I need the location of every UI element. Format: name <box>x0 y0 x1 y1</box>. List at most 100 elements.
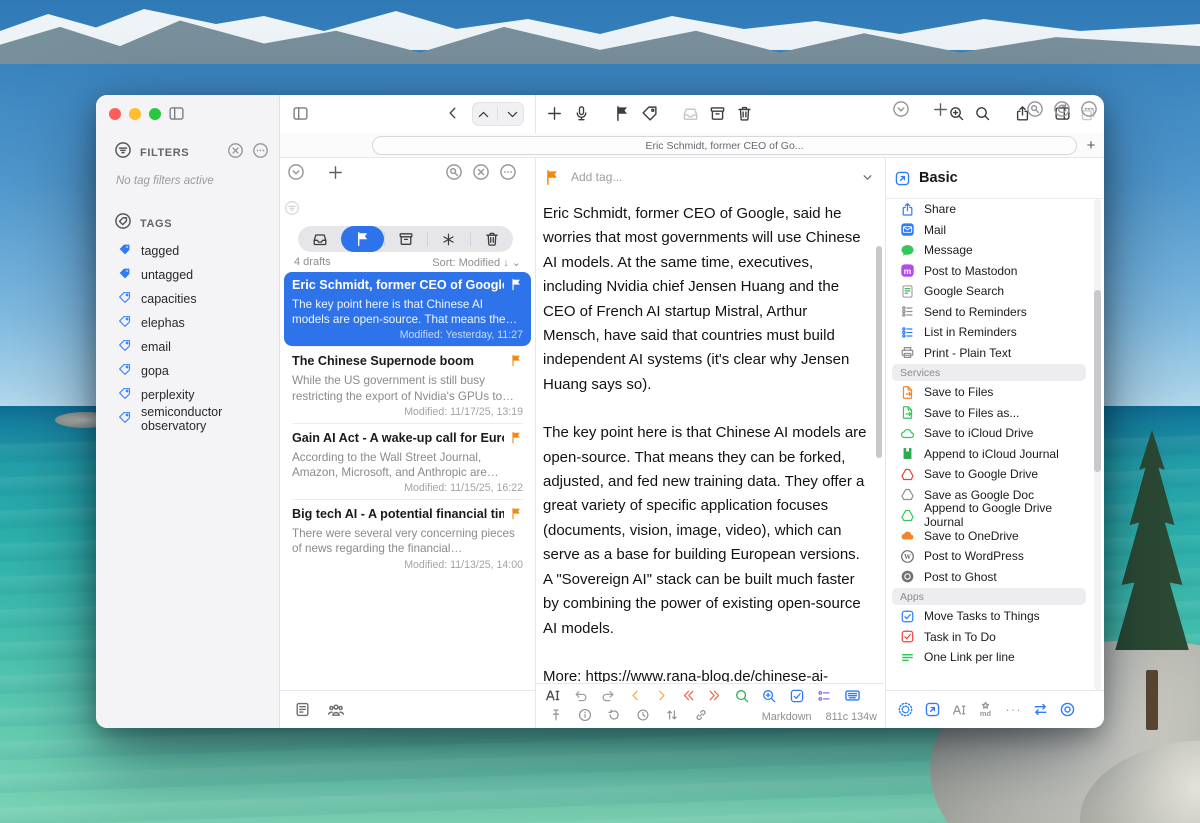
clear-filters-button[interactable] <box>227 142 244 164</box>
action-group-swap-button[interactable] <box>1032 701 1049 718</box>
trash-button[interactable] <box>736 105 753 122</box>
action-google-search[interactable]: Google Search <box>886 281 1092 302</box>
list-new-button[interactable] <box>327 164 344 181</box>
actions-scrollbar[interactable] <box>1094 290 1101 472</box>
close-window-button[interactable] <box>109 108 121 120</box>
flag-button[interactable] <box>614 105 631 122</box>
maximize-window-button[interactable] <box>149 108 161 120</box>
prev-draft-button[interactable] <box>476 107 491 122</box>
editor-scrollbar[interactable] <box>876 246 882 458</box>
next-draft-button[interactable] <box>505 107 520 122</box>
action-append-to-google-drive-journal[interactable]: Append to Google Drive Journal <box>886 501 1092 529</box>
action-post-to-wordpress[interactable]: W Post to WordPress <box>886 546 1092 567</box>
action-post-to-ghost[interactable]: Post to Ghost <box>886 567 1092 588</box>
text-format-button[interactable] <box>544 687 561 704</box>
draft-list-item[interactable]: The Chinese Supernode boom While the US g… <box>284 346 531 422</box>
filter-archive-tab[interactable] <box>384 226 427 252</box>
filter-trash-tab[interactable] <box>470 226 513 252</box>
text-zoom-button[interactable] <box>948 105 965 122</box>
inbox-button[interactable] <box>682 105 699 122</box>
keyboard-button[interactable] <box>844 687 861 704</box>
list-collapse-button[interactable] <box>287 163 305 181</box>
draft-list-item[interactable]: Big tech AI - A potential financial tim.… <box>284 499 531 575</box>
pin-button[interactable] <box>549 708 563 722</box>
find-button[interactable] <box>734 688 750 704</box>
actions-new-button[interactable] <box>932 101 949 118</box>
action-group-header[interactable]: Basic <box>886 158 1104 199</box>
action-group-circle-button[interactable] <box>1059 701 1076 718</box>
action-save-to-files-as-[interactable]: Save to Files as... <box>886 403 1092 424</box>
action-save-to-files[interactable]: Save to Files <box>886 382 1092 403</box>
action-group-dots-button[interactable] <box>897 701 914 718</box>
draft-body-editor[interactable]: Eric Schmidt, former CEO of Google, said… <box>543 202 867 682</box>
sidebar-tag-perplexity[interactable]: perplexity <box>96 383 279 407</box>
filters-more-button[interactable] <box>252 142 269 164</box>
sidebar-tag-gopa[interactable]: gopa <box>96 359 279 383</box>
action-list-in-reminders[interactable]: List in Reminders <box>886 322 1092 343</box>
action-send-to-reminders[interactable]: Send to Reminders <box>886 302 1092 323</box>
action-task-in-to-do[interactable]: Task in To Do <box>886 627 1092 648</box>
tasks-button[interactable] <box>789 688 805 704</box>
draft-list-item[interactable]: Gain AI Act - A wake-up call for Euro...… <box>284 422 531 499</box>
indent-right-button[interactable] <box>654 688 669 703</box>
sidebar-tag-untagged[interactable]: untagged <box>96 263 279 287</box>
new-tab-button[interactable]: + <box>1081 135 1101 155</box>
action-message[interactable]: Message <box>886 240 1092 261</box>
info-button[interactable] <box>578 708 592 722</box>
actions-more-button[interactable] <box>1080 100 1098 118</box>
sidebar-tag-elephas[interactable]: elephas <box>96 311 279 335</box>
sidebar-tag-semiconductor-observatory[interactable]: semiconductor observatory <box>96 405 279 433</box>
redo-button[interactable] <box>600 688 616 704</box>
sort-control[interactable]: Sort: Modified ↓ ⌄ <box>432 256 521 269</box>
draft-list-item[interactable]: Eric Schmidt, former CEO of Google,... Th… <box>284 272 531 347</box>
tag-row-chevron-icon[interactable] <box>860 170 875 185</box>
add-tag-input[interactable]: Add tag... <box>571 170 850 184</box>
actions-search-button[interactable] <box>1026 100 1044 118</box>
find-replace-button[interactable] <box>761 688 777 704</box>
shared-drafts-button[interactable] <box>327 701 345 719</box>
workspace-button[interactable] <box>294 701 311 719</box>
action-move-tasks-to-things[interactable]: Move Tasks to Things <box>886 606 1092 627</box>
sidebar-tag-email[interactable]: email <box>96 335 279 359</box>
action-group-text-button[interactable] <box>951 702 967 718</box>
action-one-link-per-line[interactable]: One Link per line <box>886 647 1092 668</box>
action-print-plain-text[interactable]: Print - Plain Text <box>886 343 1092 364</box>
minimize-window-button[interactable] <box>129 108 141 120</box>
action-save-to-google-drive[interactable]: Save to Google Drive <box>886 464 1092 485</box>
sidebar-tag-tagged[interactable]: tagged <box>96 239 279 263</box>
action-group-markdown-button[interactable]: md <box>977 701 994 718</box>
syntax-selector[interactable]: Markdown <box>762 711 812 723</box>
version-history-button[interactable] <box>607 708 621 722</box>
action-save-to-icloud-drive[interactable]: Save to iCloud Drive <box>886 423 1092 444</box>
list-panel-toggle-button[interactable] <box>292 105 309 122</box>
action-group-scripting-button[interactable]: {···} <box>1004 701 1022 719</box>
move-lines-button[interactable] <box>665 708 679 722</box>
action-mail[interactable]: Mail <box>886 220 1092 241</box>
list-more-button[interactable] <box>499 163 517 181</box>
jump-start-button[interactable] <box>681 688 696 703</box>
timestamps-button[interactable] <box>636 708 650 722</box>
list-clear-button[interactable] <box>472 163 490 181</box>
sidebar-toggle-button[interactable] <box>168 105 185 122</box>
tag-button[interactable] <box>641 105 658 122</box>
action-share[interactable]: Share <box>886 199 1092 220</box>
action-post-to-mastodon[interactable]: m Post to Mastodon <box>886 261 1092 282</box>
filter-flagged-tab[interactable] <box>341 226 384 252</box>
undo-button[interactable] <box>573 688 589 704</box>
sidebar-tag-capacities[interactable]: capacities <box>96 287 279 311</box>
filter-all-tab[interactable] <box>427 226 470 252</box>
draft-tab[interactable]: Eric Schmidt, former CEO of Go... <box>372 136 1077 155</box>
actions-sync-button[interactable] <box>1053 100 1071 118</box>
action-append-to-icloud-journal[interactable]: Append to iCloud Journal <box>886 444 1092 465</box>
back-button[interactable] <box>445 105 461 121</box>
list-search-button[interactable] <box>445 163 463 181</box>
new-draft-button[interactable] <box>546 105 563 122</box>
action-group-basic-button[interactable] <box>924 701 941 718</box>
jump-end-button[interactable] <box>707 688 722 703</box>
archive-button[interactable] <box>709 105 726 122</box>
dictation-button[interactable] <box>573 105 590 122</box>
list-mode-button[interactable] <box>816 688 832 704</box>
indent-left-button[interactable] <box>628 688 643 703</box>
list-filter-button[interactable] <box>284 200 300 216</box>
search-button[interactable] <box>974 105 991 122</box>
